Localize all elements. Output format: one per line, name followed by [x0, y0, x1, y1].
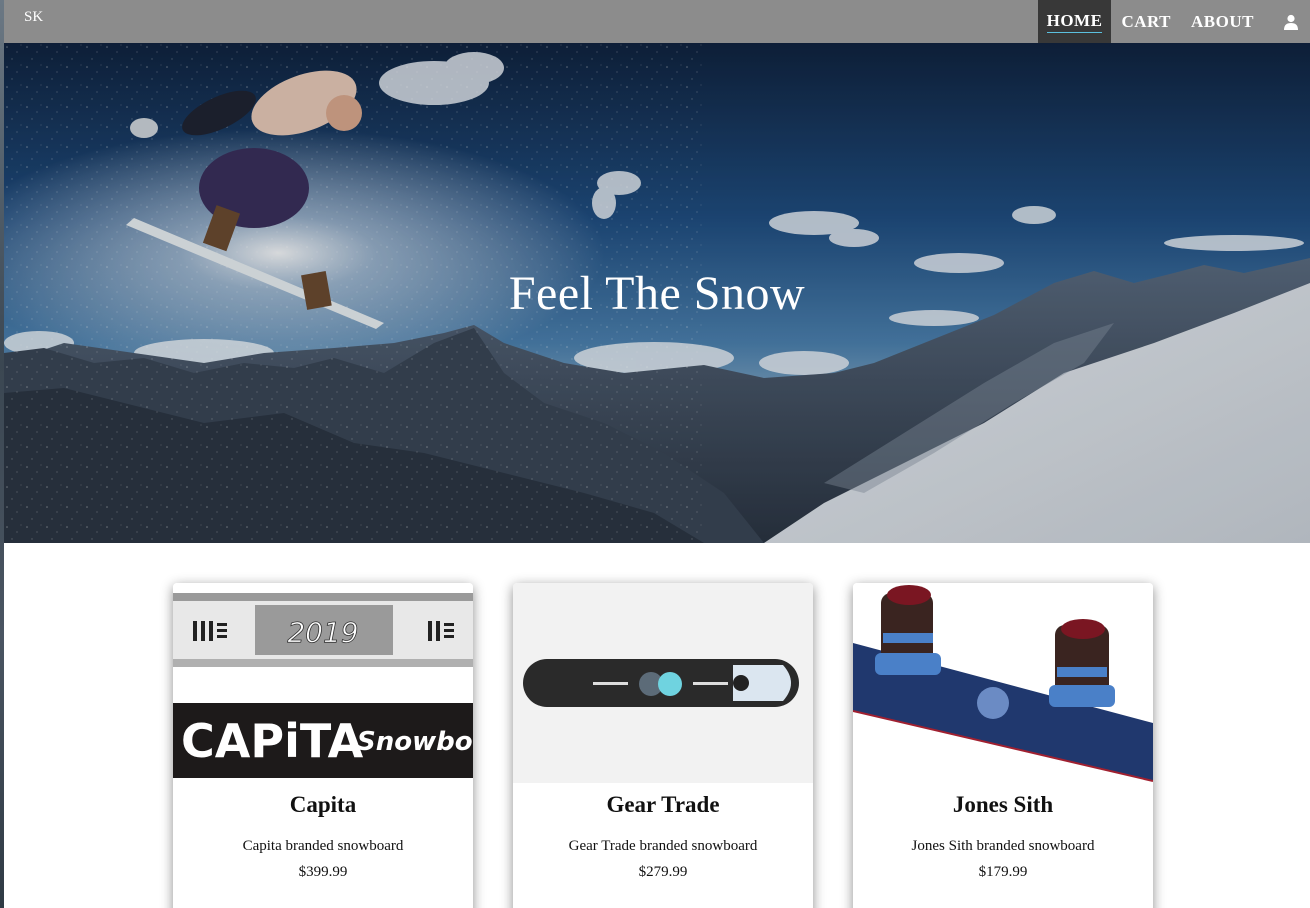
product-card-gear-trade[interactable]: Gear Trade Gear Trade branded snowboard …: [513, 583, 813, 908]
product-card-capita[interactable]: 2019 CAPiTA Snowboa Capita Capita brande…: [173, 583, 473, 908]
brand-logo[interactable]: SK: [24, 9, 43, 26]
hero-title: Feel The Snow: [508, 267, 806, 320]
product-name[interactable]: Gear Trade: [513, 792, 813, 818]
nav-home-label: HOME: [1046, 11, 1103, 33]
product-price: $179.99: [978, 864, 1028, 880]
product-description: Jones Sith branded snowboard: [911, 838, 1095, 854]
capita-image-year: 2019: [287, 616, 358, 649]
product-image-jones-sith[interactable]: [853, 583, 1153, 783]
nav-about[interactable]: ABOUT: [1181, 0, 1264, 43]
user-icon[interactable]: [1272, 0, 1310, 43]
product-price: $279.99: [638, 864, 688, 880]
product-name[interactable]: Capita: [173, 792, 473, 818]
product-image-gear-trade[interactable]: [513, 583, 813, 783]
product-description: Capita branded snowboard: [242, 838, 404, 854]
nav-links: HOME CART ABOUT: [1037, 0, 1310, 43]
nav-cart-label: CART: [1121, 11, 1172, 31]
nav-cart[interactable]: CART: [1111, 0, 1181, 43]
product-description: Gear Trade branded snowboard: [568, 838, 758, 854]
nav-about-label: ABOUT: [1191, 11, 1254, 31]
product-card-jones-sith[interactable]: Jones Sith Jones Sith branded snowboard …: [853, 583, 1153, 908]
capita-image-brand: CAPiTA: [181, 714, 364, 768]
product-price: $399.99: [298, 864, 348, 880]
navbar: SK HOME CART ABOUT: [4, 0, 1310, 43]
hero-banner: Feel The Snow: [4, 43, 1310, 543]
product-name[interactable]: Jones Sith: [853, 792, 1153, 818]
capita-image-word: Snowboa: [357, 727, 473, 757]
product-image-capita[interactable]: 2019 CAPiTA Snowboa: [173, 583, 473, 783]
page: SK HOME CART ABOUT Feel The Snow 2019 CA…: [4, 0, 1310, 908]
nav-home[interactable]: HOME: [1037, 0, 1112, 43]
